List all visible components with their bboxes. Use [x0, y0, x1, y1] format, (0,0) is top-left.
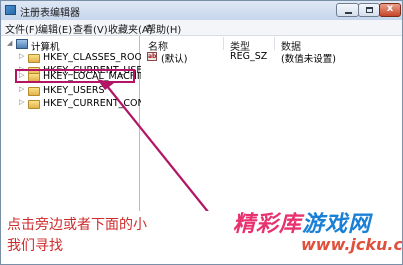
- values-list: 名称 类型 数据 ab (默认) REG_SZ (数值未设置): [141, 36, 402, 211]
- tree-item-label: HKEY_USERS: [43, 85, 105, 96]
- registry-editor-icon: [5, 5, 16, 15]
- value-name: (默认): [161, 54, 188, 65]
- watermark-url: www.jcku.com: [301, 235, 403, 254]
- tree-item-hkey-classes-root[interactable]: ▷ HKEY_CLASSES_ROOT: [19, 52, 148, 64]
- instruction-text-line2: 我们寻找: [7, 238, 63, 254]
- value-type: REG_SZ: [230, 51, 268, 62]
- folder-icon: [28, 87, 40, 96]
- minimize-icon: [345, 12, 352, 14]
- column-separator[interactable]: [274, 37, 275, 50]
- tree-item-computer[interactable]: ◢ 计算机: [7, 39, 127, 53]
- menu-bar: 文件(F) 编辑(E) 查看(V) 收藏夹(A) 帮助(H): [1, 20, 402, 36]
- expand-arrow-icon[interactable]: ▷: [19, 98, 24, 106]
- tree-item-label: 计算机: [31, 42, 60, 53]
- minimize-button[interactable]: [336, 3, 359, 17]
- instruction-text-line1: 点击旁边或者下面的小: [7, 217, 147, 233]
- value-data: (数值未设置): [281, 54, 336, 65]
- registry-tree: ◢ 计算机 ▷ HKEY_CLASSES_ROOT ▷ HKEY_CURRENT…: [1, 36, 160, 211]
- menu-edit[interactable]: 编辑(E): [38, 21, 72, 36]
- maximize-button[interactable]: [358, 3, 380, 17]
- column-separator[interactable]: [223, 37, 224, 50]
- registry-editor-window: 注册表编辑器 x 文件(F) 编辑(E) 查看(V) 收藏夹(A) 帮助(H) …: [0, 0, 403, 265]
- menu-help[interactable]: 帮助(H): [146, 21, 181, 36]
- tree-item-label: HKEY_CLASSES_ROOT: [43, 52, 148, 63]
- maximize-icon: [366, 7, 373, 13]
- string-value-icon: ab: [147, 52, 157, 61]
- folder-icon: [28, 100, 40, 109]
- expand-arrow-icon[interactable]: ▷: [19, 85, 24, 93]
- window-title: 注册表编辑器: [20, 8, 80, 19]
- expand-arrow-icon[interactable]: ▷: [19, 52, 24, 60]
- tree-item-hkey-current-config[interactable]: ▷ HKEY_CURRENT_CONFIG: [19, 98, 160, 110]
- list-item[interactable]: ab (默认) REG_SZ (数值未设置): [141, 51, 402, 65]
- title-bar[interactable]: 注册表编辑器 x: [1, 1, 402, 21]
- selected-key-highlight: [15, 69, 135, 83]
- close-button[interactable]: x: [379, 3, 401, 17]
- collapse-arrow-icon[interactable]: ◢: [7, 39, 12, 47]
- close-icon: x: [386, 3, 394, 14]
- menu-file[interactable]: 文件(F): [5, 21, 39, 36]
- site-watermark: 精彩库游戏网: [233, 206, 371, 238]
- watermark-part2: 游戏网: [302, 212, 372, 237]
- tree-item-hkey-users[interactable]: ▷ HKEY_USERS: [19, 85, 137, 97]
- menu-view[interactable]: 查看(V): [73, 21, 108, 36]
- watermark-part1: 精彩库: [233, 212, 303, 237]
- folder-icon: [28, 54, 40, 63]
- computer-icon: [16, 39, 28, 49]
